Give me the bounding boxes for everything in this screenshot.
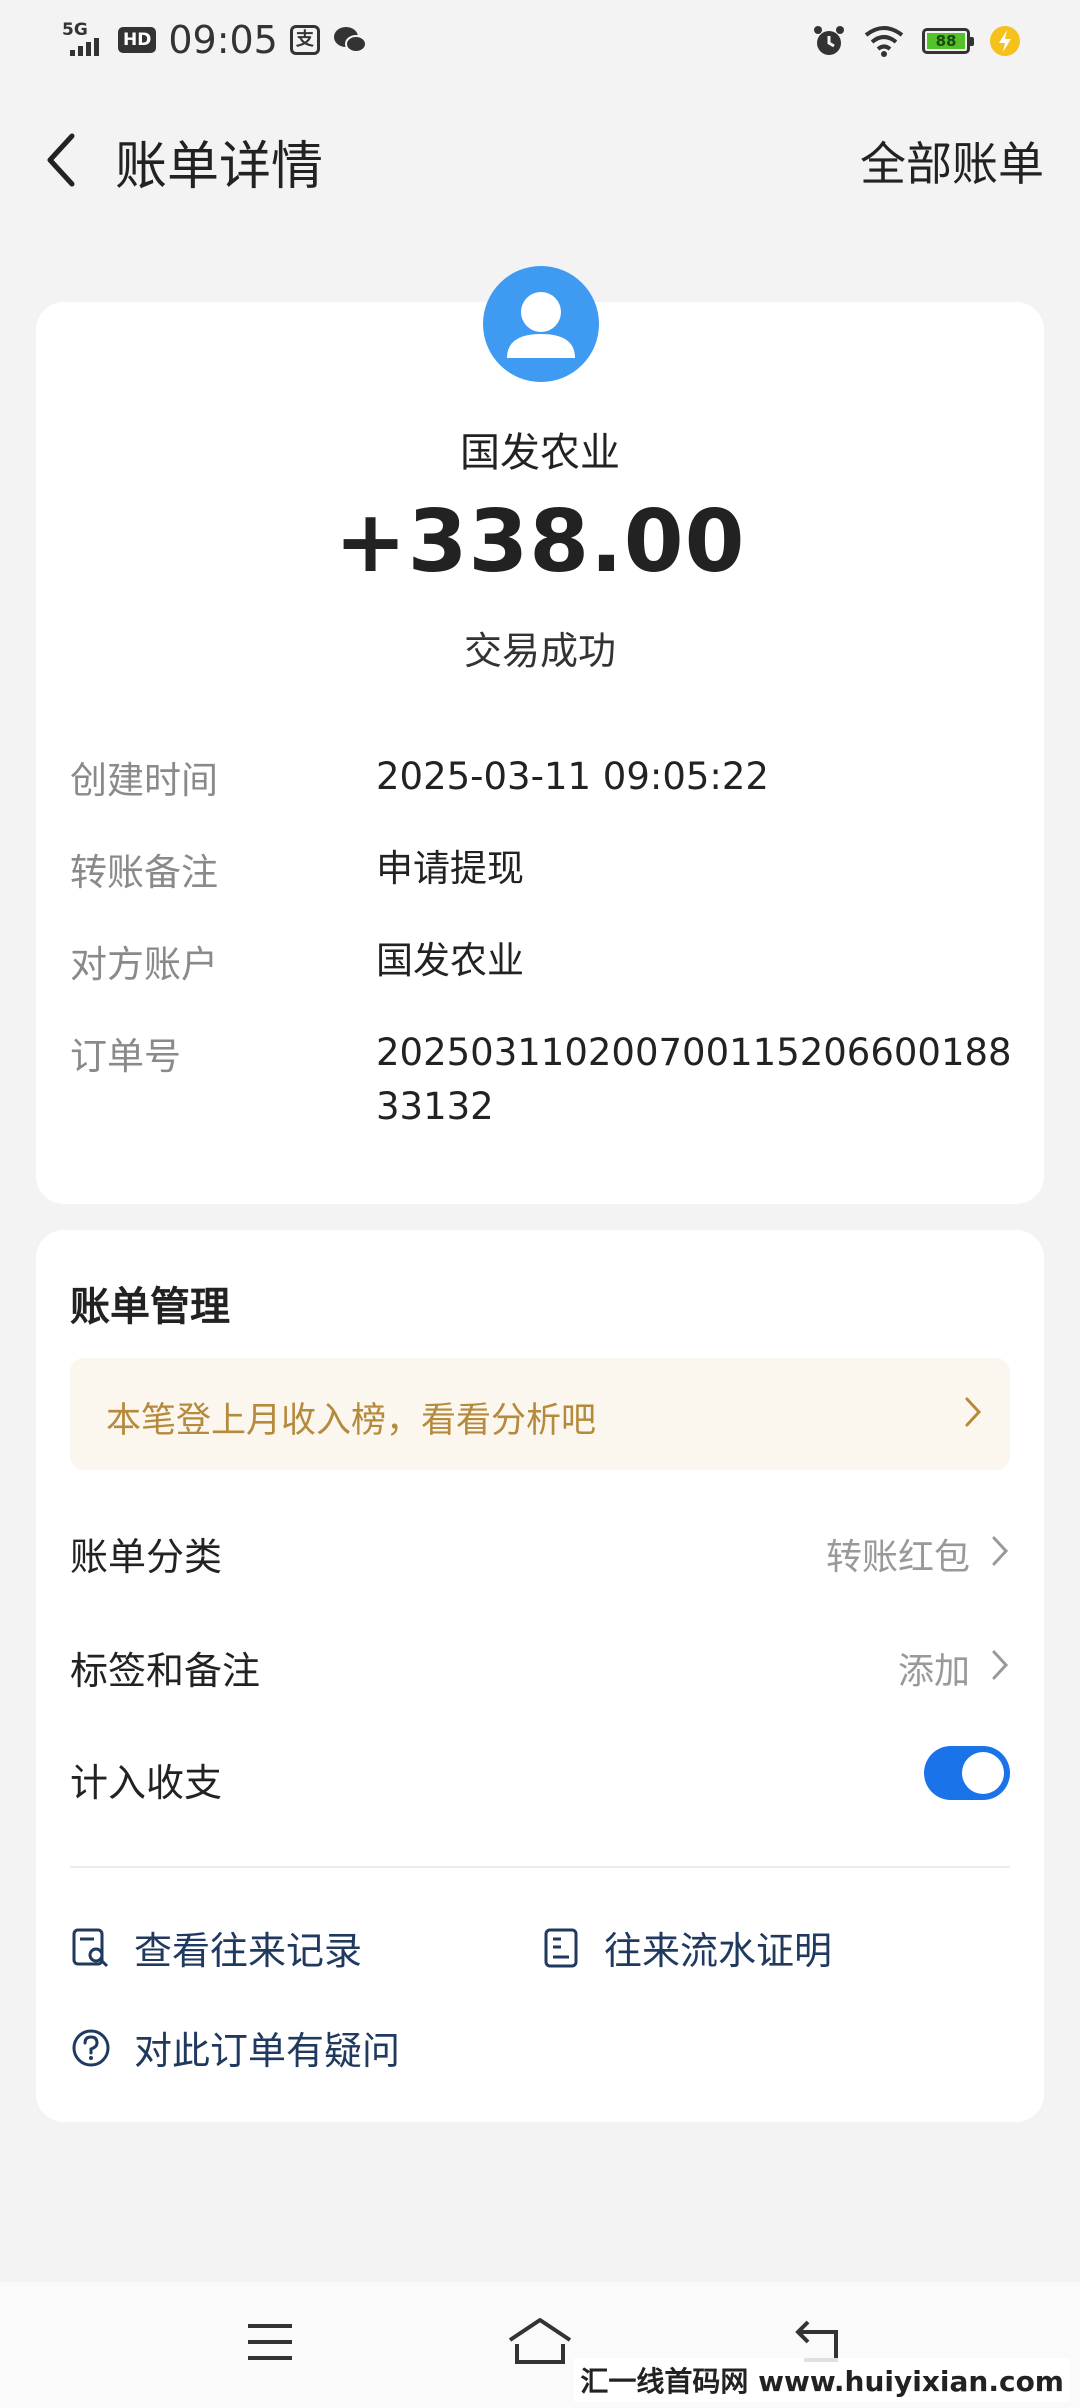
statement-proof-link[interactable]: 往来流水证明 xyxy=(540,1920,832,1975)
detail-value[interactable]: 20250311020070011520660018833132 xyxy=(376,1026,1016,1134)
merchant-name: 国发农业 xyxy=(460,430,620,476)
wechat-notification-icon xyxy=(333,27,367,53)
banner-text: 本笔登上月收入榜，看看分析吧 xyxy=(106,1401,597,1441)
count-in-budget-row: 计入收支 xyxy=(70,1746,1010,1806)
transaction-amount: +338.00 xyxy=(334,492,746,592)
row-value: 添加 xyxy=(897,1651,970,1692)
back-arrow-icon[interactable] xyxy=(38,130,88,190)
wifi-icon xyxy=(864,26,904,57)
row-label: 标签和备注 xyxy=(70,1649,261,1693)
link-label: 对此订单有疑问 xyxy=(134,2029,401,2073)
detail-value: 国发农业 xyxy=(376,939,524,982)
detail-label: 对方账户 xyxy=(70,943,218,986)
records-search-icon xyxy=(72,1928,109,1967)
count-in-budget-toggle[interactable] xyxy=(924,1746,1010,1800)
all-bills-link[interactable]: 全部账单 xyxy=(860,128,1044,194)
link-label: 往来流水证明 xyxy=(604,1929,833,1973)
link-label: 查看往来记录 xyxy=(134,1929,363,1973)
bill-management-card: 账单管理 本笔登上月收入榜，看看分析吧 账单分类 转账红包 标签和备注 添加 计… xyxy=(36,1230,1044,2122)
user-icon xyxy=(507,292,575,358)
row-value: 转账红包 xyxy=(825,1537,970,1578)
status-bar-right: 88 xyxy=(812,24,1022,58)
row-label: 计入收支 xyxy=(70,1761,223,1805)
detail-label: 创建时间 xyxy=(70,759,218,802)
nav-header: 账单详情 全部账单 xyxy=(0,100,1080,210)
chevron-right-icon xyxy=(965,1397,982,1427)
divider xyxy=(70,1866,1010,1868)
clock: 09:05 xyxy=(168,18,278,62)
detail-value: 2025-03-11 09:05:22 xyxy=(376,755,769,798)
signal-icon: 5G xyxy=(62,20,106,60)
charging-icon xyxy=(990,26,1020,56)
bill-category-row[interactable]: 账单分类 转账红包 xyxy=(70,1520,1010,1580)
toggle-knob xyxy=(962,1752,1004,1794)
network-type: 5G xyxy=(62,20,88,40)
order-question-link[interactable]: 对此订单有疑问 xyxy=(70,2020,400,2075)
menu-icon[interactable] xyxy=(240,2312,300,2372)
document-icon xyxy=(544,1928,578,1967)
detail-label: 订单号 xyxy=(70,1035,181,1078)
income-rank-banner[interactable]: 本笔登上月收入榜，看看分析吧 xyxy=(70,1358,1010,1470)
chevron-right-icon xyxy=(992,1650,1009,1680)
question-circle-icon xyxy=(72,2029,110,2066)
status-bar-left: 5G HD 09:05 支 xyxy=(62,18,368,62)
tags-notes-row[interactable]: 标签和备注 添加 xyxy=(70,1634,1010,1694)
row-label: 账单分类 xyxy=(70,1535,223,1579)
status-bar: 5G HD 09:05 支 88 xyxy=(0,0,1080,86)
chevron-right-icon xyxy=(992,1536,1009,1566)
battery-level: 88 xyxy=(927,33,965,49)
hd-badge: HD xyxy=(118,27,157,53)
section-title: 账单管理 xyxy=(70,1284,230,1330)
detail-value: 申请提现 xyxy=(376,847,524,890)
transaction-card: 国发农业 +338.00 交易成功 创建时间 2025-03-11 09:05:… xyxy=(36,266,1044,1204)
transaction-status: 交易成功 xyxy=(463,629,616,673)
avatar xyxy=(483,266,599,382)
alarm-icon xyxy=(814,26,844,55)
view-records-link[interactable]: 查看往来记录 xyxy=(70,1920,362,1975)
home-icon[interactable] xyxy=(505,2312,575,2372)
battery-icon: 88 xyxy=(922,28,974,54)
page-title: 账单详情 xyxy=(115,137,324,197)
alipay-notification-icon: 支 xyxy=(289,25,320,55)
watermark: 汇一线首码网 www.huiyixian.com xyxy=(574,2358,1070,2402)
system-nav-bar: 汇一线首码网 www.huiyixian.com xyxy=(0,2282,1080,2408)
detail-label: 转账备注 xyxy=(70,851,218,894)
